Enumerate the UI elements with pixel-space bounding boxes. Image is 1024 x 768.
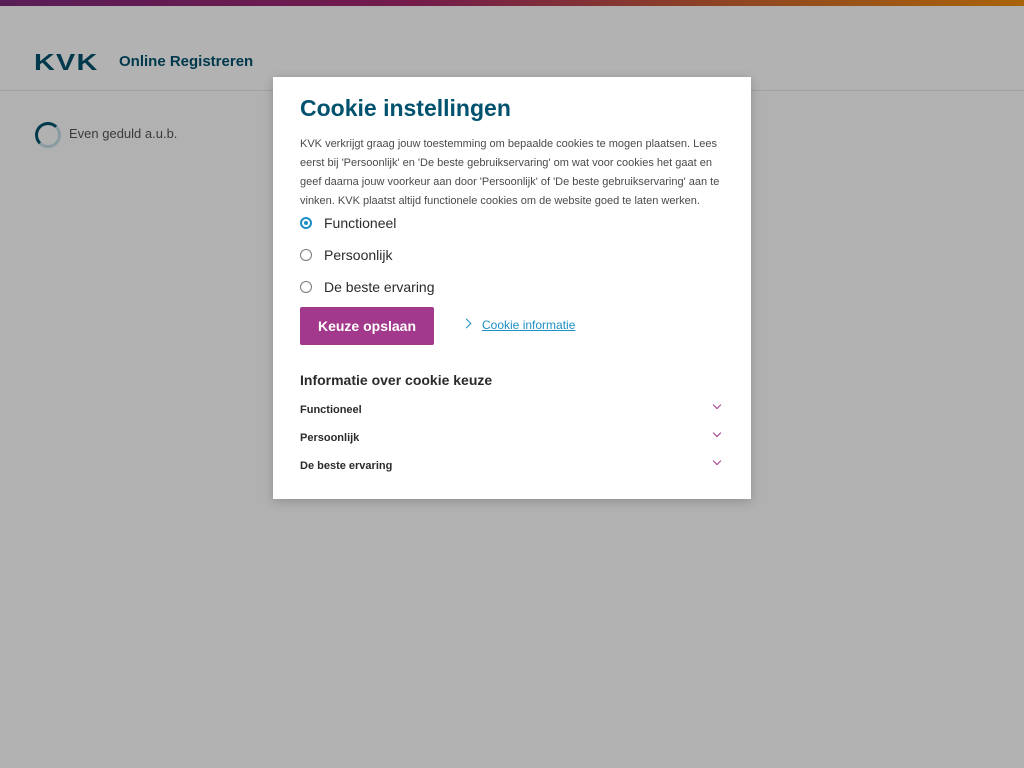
accordion-item-persoonlijk[interactable]: Persoonlijk bbox=[300, 428, 722, 448]
cookie-info-link[interactable]: Cookie informatie bbox=[482, 318, 575, 332]
chevron-down-icon[interactable] bbox=[712, 428, 722, 438]
radio-functioneel[interactable]: Functioneel bbox=[300, 215, 396, 231]
accordion-item-functioneel[interactable]: Functioneel bbox=[300, 400, 722, 420]
radio-persoonlijk[interactable]: Persoonlijk bbox=[300, 247, 392, 263]
accordion-item-de-beste-ervaring[interactable]: De beste ervaring bbox=[300, 456, 722, 476]
radio-unchecked-icon[interactable] bbox=[300, 249, 312, 261]
dialog-title: Cookie instellingen bbox=[300, 95, 511, 121]
radio-label: De beste ervaring bbox=[324, 279, 435, 295]
radio-de-beste-ervaring[interactable]: De beste ervaring bbox=[300, 279, 435, 295]
accordion-label: De beste ervaring bbox=[300, 460, 393, 472]
radio-label: Persoonlijk bbox=[324, 247, 393, 263]
accordion-label: Persoonlijk bbox=[300, 432, 360, 444]
chevron-down-icon[interactable] bbox=[712, 456, 722, 466]
chevron-right-icon bbox=[461, 318, 472, 329]
cookie-settings-dialog: Cookie instellingen KVK verkrijgt graag … bbox=[273, 77, 751, 499]
dialog-intro-text: KVK verkrijgt graag jouw toestemming om … bbox=[300, 138, 720, 207]
save-choice-button[interactable]: Keuze opslaan bbox=[300, 307, 434, 345]
accordion-label: Functioneel bbox=[300, 404, 362, 416]
cookie-info-section-title: Informatie over cookie keuze bbox=[300, 372, 493, 388]
radio-checked-icon[interactable] bbox=[300, 217, 312, 229]
radio-label: Functioneel bbox=[324, 215, 397, 231]
chevron-down-icon[interactable] bbox=[712, 400, 722, 410]
radio-unchecked-icon[interactable] bbox=[300, 281, 312, 293]
